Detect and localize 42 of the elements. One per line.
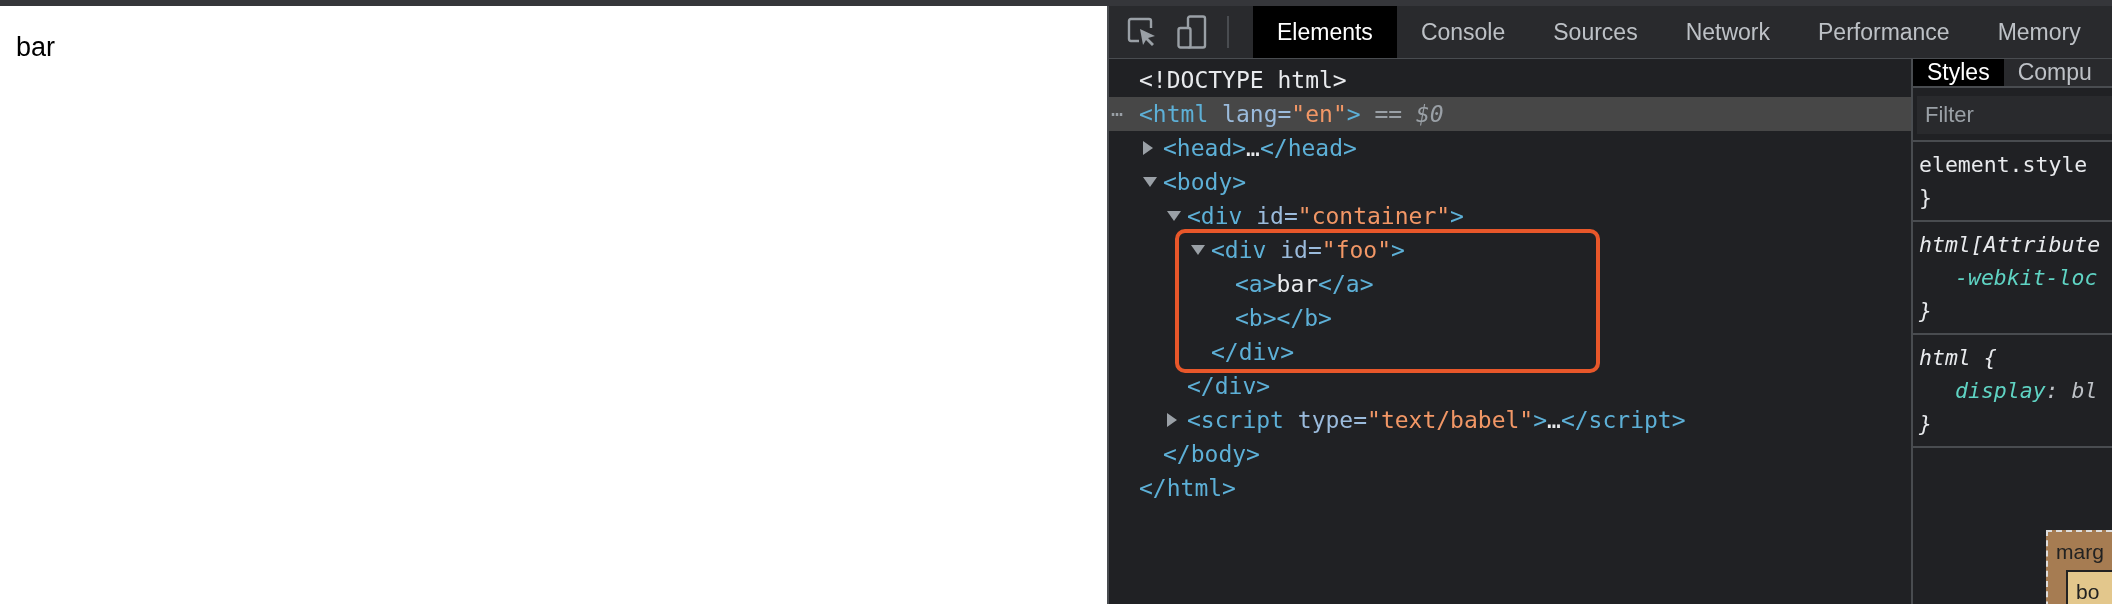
style-rule-line: html { [1919,344,1997,372]
dom-node-markup[interactable]: <html lang="en"> == $0 [1139,97,1444,131]
panel-tab[interactable]: Console [1396,6,1530,58]
panel-tab[interactable]: Network [1661,6,1794,58]
style-rule-line: } [1919,184,1932,212]
closing-tag[interactable]: </html> [1139,471,1236,505]
caret-down-icon[interactable] [1191,245,1205,255]
border-label: bo [2076,580,2100,604]
inspect-icon[interactable] [1127,17,1157,47]
style-rule-line: } [1919,297,1932,325]
panel-tab[interactable]: Memory [1973,6,2105,58]
dom-node-markup[interactable]: <a>bar</a> [1235,267,1374,301]
style-rule-line: display: bl [1954,377,2098,405]
dom-node-markup[interactable]: <div id="container"> [1187,199,1464,233]
selected-row[interactable]: ⋯ <html lang="en"> == $0 [1109,97,1911,131]
panel-tab[interactable]: Sources [1529,6,1662,58]
dom-node-markup[interactable]: <!DOCTYPE html> [1139,63,1347,97]
panel-tab[interactable]: Elements [1253,6,1397,58]
dom-node-markup[interactable]: <div id="foo"> [1211,233,1405,267]
panel-tab[interactable]: Performance [1794,6,1974,58]
sidebar-tab[interactable]: Styles [1913,59,2004,86]
dom-node-markup[interactable]: <b></b> [1235,301,1332,335]
device-toggle-icon[interactable] [1177,15,1207,49]
row-menu-glyph[interactable]: ⋯ [1111,97,1124,131]
closing-tag[interactable]: </div> [1187,369,1271,403]
style-rule-line: element.style [1919,151,2088,179]
dom-node-markup[interactable]: <body> [1163,165,1247,199]
style-rule-line: -webkit-loc [1954,264,2098,292]
dom-node-markup[interactable]: <script type="text/babel">…</script> [1187,403,1686,437]
style-rule-line: html[Attribute [1919,231,2101,259]
dom-node-markup[interactable]: <head>…</head> [1163,131,1357,165]
closing-tag[interactable]: </div> [1211,335,1295,369]
caret-right-icon[interactable] [1143,141,1153,155]
caret-down-icon[interactable] [1167,211,1181,221]
filter-field[interactable]: Filter [1917,96,2112,134]
style-rule-line: } [1919,410,1932,438]
link-text[interactable]: bar [16,32,56,62]
closing-tag[interactable]: </body> [1163,437,1260,471]
sidebar-tab[interactable]: Compu [2003,59,2106,86]
margin-label: marg [2056,540,2104,564]
caret-down-icon[interactable] [1143,177,1157,187]
caret-right-icon[interactable] [1167,413,1177,427]
